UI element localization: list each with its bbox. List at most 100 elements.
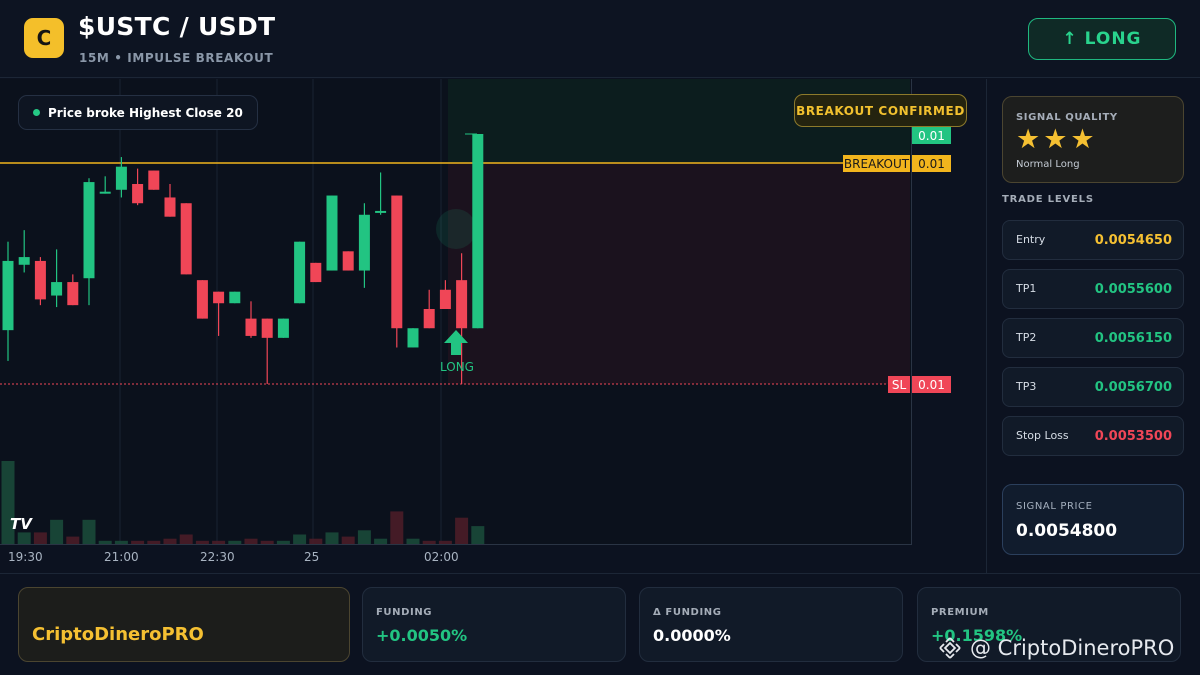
level-label: Entry	[1016, 233, 1046, 246]
sl-label-tag: SL	[888, 376, 910, 393]
candle-body	[196, 280, 208, 319]
watermark-text: @ CriptoDineroPRO	[970, 636, 1175, 660]
volume-bar	[471, 526, 485, 544]
candle-body	[310, 262, 322, 283]
level-label: TP1	[1016, 282, 1037, 295]
candle-body	[407, 328, 419, 348]
volume-bar	[244, 538, 258, 544]
volume-bar	[212, 540, 226, 544]
stat-value: +0.0050%	[376, 626, 468, 645]
candle-body	[164, 197, 176, 217]
funding-card: FUNDING +0.0050%	[362, 587, 626, 662]
breakout-info-pill: Price broke Highest Close 20	[18, 95, 258, 130]
volume-bar	[33, 532, 47, 544]
trade-levels-title: TRADE LEVELS	[1002, 194, 1094, 205]
brand-card: CriptoDineroPRO	[18, 587, 350, 662]
signal-quality-card: SIGNAL QUALITY ★★★ Normal Long	[1002, 96, 1184, 183]
candle-body	[229, 291, 241, 304]
level-label: TP3	[1016, 380, 1037, 393]
star-rating-icon: ★★★	[1016, 124, 1098, 155]
candle-body	[51, 282, 63, 296]
risk-zone	[448, 163, 910, 384]
candle-body	[439, 289, 451, 309]
x-tick-label: 19:30	[8, 550, 43, 564]
volume-bar	[406, 538, 420, 544]
stat-label: PREMIUM	[931, 607, 989, 618]
volume-bar	[422, 540, 436, 544]
candle-body	[34, 260, 46, 300]
delta-funding-card: Δ FUNDING 0.0000%	[639, 587, 903, 662]
trade-level-tp1: TP1 0.0055600	[1002, 269, 1184, 309]
volume-bar	[293, 534, 307, 544]
candle-body	[115, 166, 127, 190]
signal-price-card: SIGNAL PRICE 0.0054800	[1002, 484, 1184, 555]
trade-level-entry: Entry 0.0054650	[1002, 220, 1184, 260]
candle-body	[132, 184, 144, 204]
volume-bar	[114, 540, 128, 544]
candle-body	[245, 318, 257, 336]
level-label: TP2	[1016, 331, 1037, 344]
quality-text: Normal Long	[1016, 159, 1080, 170]
candle-body	[423, 309, 435, 329]
long-signal-button[interactable]: ↑ LONG	[1028, 18, 1176, 60]
trade-level-tp2: TP2 0.0056150	[1002, 318, 1184, 358]
volume-bar	[17, 532, 31, 544]
volume-bar	[390, 511, 404, 544]
x-tick-label: 02:00	[424, 550, 459, 564]
candle-body	[148, 170, 160, 190]
trade-level-tp3: TP3 0.0056700	[1002, 367, 1184, 407]
price-chart[interactable]	[0, 79, 912, 545]
volume-bar	[131, 540, 145, 544]
watermark: @ CriptoDineroPRO	[938, 636, 1174, 660]
level-value: 0.0054650	[1094, 233, 1172, 248]
level-label: Stop Loss	[1016, 429, 1069, 442]
sl-value-tag: 0.01	[912, 376, 951, 393]
level-value: 0.0056700	[1094, 380, 1172, 395]
volume-bar	[66, 536, 80, 544]
binance-diamond-icon	[939, 637, 961, 659]
volume-bar	[309, 538, 323, 544]
x-tick-label: 25	[304, 550, 320, 564]
candle-body	[277, 318, 289, 338]
candle-body	[456, 280, 468, 329]
volume-bar	[195, 540, 209, 544]
candle-body	[261, 318, 273, 338]
volume-bar	[147, 540, 161, 544]
volume-bar	[325, 532, 339, 544]
volume-bar	[50, 519, 64, 544]
candle-body	[358, 214, 370, 271]
level-value: 0.0056150	[1094, 331, 1172, 346]
candle-body	[391, 195, 403, 329]
price-tag-top: 0.01	[912, 127, 951, 144]
candle-body	[326, 195, 338, 271]
brand-name: CriptoDineroPRO	[32, 624, 204, 645]
volume-bar	[82, 519, 96, 544]
volume-bar	[228, 540, 242, 544]
coin-logo: C	[24, 18, 64, 58]
header: C $USTC / USDT 15M • IMPULSE BREAKOUT ↑ …	[0, 0, 1200, 78]
candle-body	[67, 282, 79, 306]
candle-body	[213, 291, 225, 304]
candle-body	[2, 260, 14, 331]
volume-bar	[341, 536, 355, 544]
volume-bar	[357, 530, 371, 544]
candle-body	[294, 241, 306, 304]
breakout-confirmed-badge: BREAKOUT CONFIRMED	[794, 94, 967, 127]
volume-bar	[374, 538, 388, 544]
level-value: 0.0055600	[1094, 282, 1172, 297]
volume-bar	[438, 540, 452, 544]
breakout-label-tag: BREAKOUT	[843, 155, 910, 172]
candle-body	[18, 257, 30, 265]
stat-label: Δ FUNDING	[653, 607, 722, 618]
stat-label: FUNDING	[376, 607, 433, 618]
x-tick-label: 21:00	[104, 550, 139, 564]
stat-value: 0.0000%	[653, 626, 731, 645]
x-tick-label: 22:30	[200, 550, 235, 564]
candle-body	[342, 251, 354, 271]
candle-body	[99, 191, 111, 194]
signal-glow	[436, 209, 476, 249]
candle-body	[472, 134, 484, 329]
trade-level-stop-loss: Stop Loss 0.0053500	[1002, 416, 1184, 456]
volume-bar	[260, 540, 274, 544]
signal-price-value: 0.0054800	[1016, 521, 1118, 541]
